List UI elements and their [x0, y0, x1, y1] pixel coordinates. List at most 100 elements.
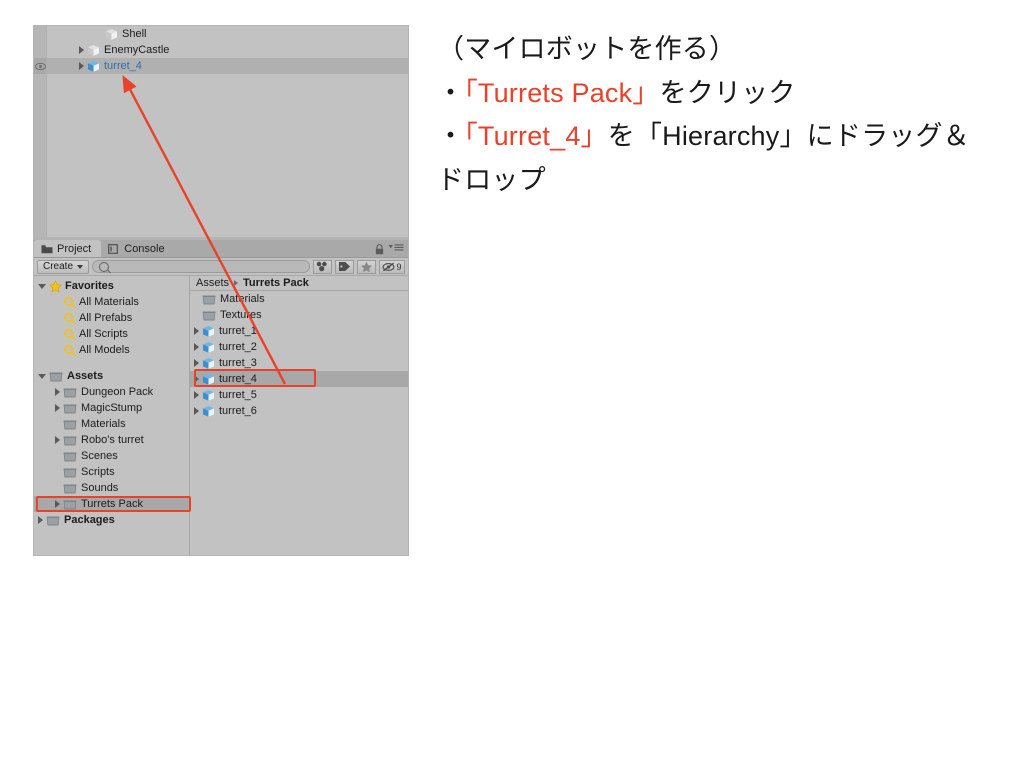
folder-tree-item-label: All Scripts — [79, 328, 128, 340]
tab-console[interactable]: Console — [101, 240, 174, 257]
asset-row[interactable]: Materials — [190, 291, 408, 307]
folder-tree-item[interactable]: Materials — [34, 416, 189, 432]
hierarchy-row-label: turret_4 — [104, 60, 142, 72]
folder-tree-item-label: Turrets Pack — [81, 498, 143, 510]
disclosure-triangle-closed[interactable] — [55, 500, 60, 508]
disclosure-triangle-closed[interactable] — [55, 436, 60, 444]
search-saved-icon — [63, 312, 76, 325]
asset-row[interactable]: Textures — [190, 307, 408, 323]
folder-tree-item[interactable]: Robo's turret — [34, 432, 189, 448]
folder-tree-item[interactable]: All Models — [34, 342, 189, 358]
asset-row[interactable]: turret_5 — [190, 387, 408, 403]
folder-tree-item-label: Robo's turret — [81, 434, 144, 446]
cube-white-icon — [87, 44, 100, 57]
search-saved-icon — [63, 296, 76, 309]
folder-icon — [46, 515, 60, 526]
step-1-rest: をクリック — [659, 77, 796, 108]
chevron-down-icon — [77, 264, 84, 269]
hierarchy-row-label: Shell — [122, 28, 147, 40]
folder-icon — [63, 387, 77, 398]
asset-row[interactable]: turret_3 — [190, 355, 408, 371]
folder-tree-item-label: All Prefabs — [79, 312, 133, 324]
search-icon — [99, 261, 110, 272]
asset-row[interactable]: turret_4 — [190, 371, 408, 387]
folder-tree-item[interactable]: All Materials — [34, 294, 189, 310]
disclosure-triangle-closed[interactable] — [194, 359, 199, 367]
disclosure-triangle-closed[interactable] — [55, 388, 60, 396]
breadcrumb-turrets-pack[interactable]: Turrets Pack — [243, 277, 309, 289]
asset-list-column: Assets Turrets Pack Materials Textures tur… — [190, 276, 408, 555]
search-saved-icon — [63, 344, 76, 357]
tab-console-label: Console — [124, 242, 165, 255]
cube-blue-icon — [87, 60, 100, 73]
folder-tree-item[interactable]: MagicStump — [34, 400, 189, 416]
asset-row[interactable]: turret_6 — [190, 403, 408, 419]
folder-tree-item[interactable]: All Scripts — [34, 326, 189, 342]
disclosure-triangle-closed[interactable] — [55, 404, 60, 412]
asset-row[interactable]: turret_2 — [190, 339, 408, 355]
lock-icon[interactable] — [375, 242, 384, 255]
project-tab-bar: Project Console — [34, 240, 408, 258]
cube-blue-icon — [202, 389, 215, 402]
search-input[interactable] — [92, 260, 310, 273]
hierarchy-row-label: EnemyCastle — [104, 44, 170, 56]
project-toolbar: Create 9 — [34, 258, 408, 276]
folder-tree-item-label: Assets — [67, 370, 104, 382]
disclosure-triangle-closed[interactable] — [194, 375, 199, 383]
filter-by-type-button[interactable] — [313, 259, 332, 274]
disclosure-triangle-closed[interactable] — [194, 391, 199, 399]
folder-icon — [63, 483, 77, 494]
asset-row-label: Materials — [220, 293, 265, 305]
cube-blue-icon — [202, 341, 215, 354]
step-1-highlight: 「Turrets Pack」 — [464, 77, 660, 108]
folder-tree-item-label: Scripts — [81, 466, 115, 478]
folder-tab-icon — [41, 244, 53, 254]
asset-row-label: turret_3 — [219, 357, 257, 369]
folder-tree-item[interactable]: Scripts — [34, 464, 189, 480]
disclosure-triangle-closed[interactable] — [194, 407, 199, 415]
breadcrumb-assets[interactable]: Assets — [196, 277, 229, 289]
folder-tree-item[interactable]: Scenes — [34, 448, 189, 464]
asset-row[interactable]: turret_1 — [190, 323, 408, 339]
disclosure-triangle-closed[interactable] — [194, 327, 199, 335]
step-2-highlight: 「Turret_4」 — [464, 121, 608, 152]
folder-tree-item[interactable]: Assets — [34, 368, 189, 384]
disclosure-triangle-closed[interactable] — [79, 46, 84, 54]
folder-tree-item[interactable]: All Prefabs — [34, 310, 189, 326]
asset-row-label: turret_1 — [219, 325, 257, 337]
visibility-toggle-cell — [34, 26, 47, 42]
disclosure-triangle-open[interactable] — [38, 283, 46, 289]
panel-menu-icon[interactable] — [388, 243, 404, 252]
disclosure-triangle-closed[interactable] — [79, 62, 84, 70]
folder-tree-item[interactable]: Favorites — [34, 278, 189, 294]
hierarchy-row[interactable]: EnemyCastle — [34, 42, 408, 58]
tab-project[interactable]: Project — [34, 240, 102, 257]
project-panel: Project Console Create 9 Favorites All M… — [34, 240, 408, 555]
filter-by-label-button[interactable] — [335, 259, 354, 274]
eye-icon[interactable] — [34, 62, 46, 70]
disclosure-triangle-closed[interactable] — [194, 343, 199, 351]
hierarchy-row[interactable]: Shell — [34, 26, 408, 42]
instruction-step-1: ・「Turrets Pack」をクリック — [437, 72, 992, 116]
disclosure-triangle-open[interactable] — [38, 373, 46, 379]
asset-row-label: turret_4 — [219, 373, 257, 385]
folder-icon — [63, 451, 77, 462]
folder-tree-item[interactable]: Packages — [34, 512, 189, 528]
favorite-star-button[interactable] — [357, 259, 376, 274]
visibility-toggle-cell[interactable] — [34, 58, 47, 74]
hierarchy-row[interactable]: turret_4 — [34, 58, 408, 74]
folder-tree-item[interactable]: Dungeon Pack — [34, 384, 189, 400]
disclosure-triangle-closed[interactable] — [38, 516, 43, 524]
folder-tree-item[interactable]: Sounds — [34, 480, 189, 496]
create-button[interactable]: Create — [37, 259, 90, 274]
folder-tree-item[interactable]: Turrets Pack — [34, 496, 189, 512]
hidden-packages-button[interactable]: 9 — [379, 259, 405, 274]
instructions-panel: （マイロボットを作る） ・「Turrets Pack」をクリック ・「Turre… — [437, 28, 992, 203]
folder-tree-column: Favorites All Materials All Prefabs All Scr… — [34, 276, 190, 555]
step-2-bullet: ・ — [437, 121, 465, 152]
asset-row-label: turret_2 — [219, 341, 257, 353]
